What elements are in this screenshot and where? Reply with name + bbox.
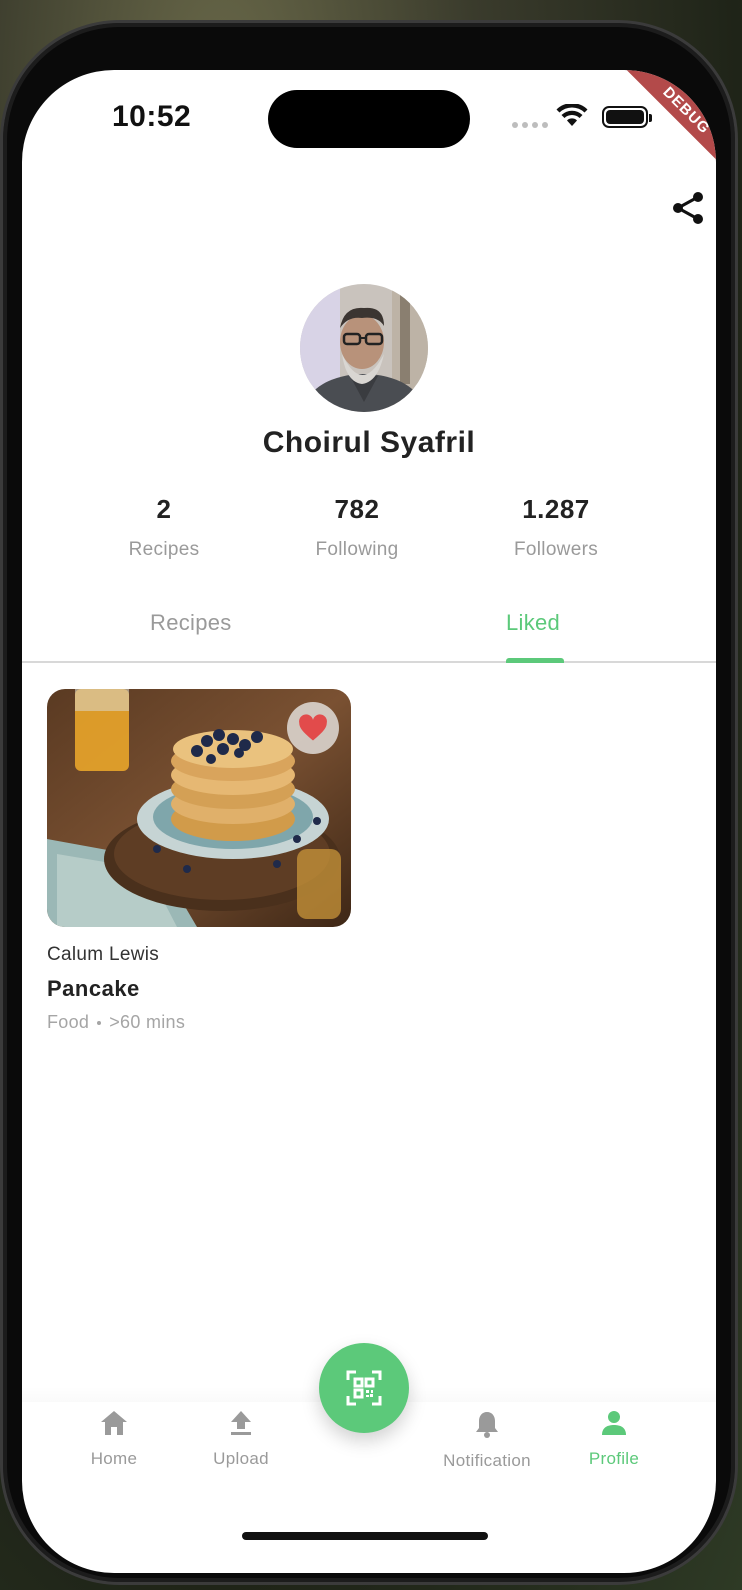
recipe-title[interactable]: Pancake <box>47 976 140 1002</box>
wifi-icon <box>556 104 588 126</box>
share-icon[interactable] <box>670 190 706 226</box>
phone-frame: 10:52 DEBUG Choirul Syafril 2 Recipes 78… <box>0 20 738 1585</box>
scan-button[interactable] <box>319 1343 409 1433</box>
favorite-button[interactable] <box>287 702 339 754</box>
profile-name: Choirul Syafril <box>262 426 476 459</box>
nav-upload-label: Upload <box>213 1449 269 1468</box>
separator-dot <box>97 1021 102 1026</box>
stat-following-label: Following <box>315 539 399 560</box>
status-time: 10:52 <box>112 100 192 133</box>
avatar[interactable] <box>300 284 428 412</box>
dynamic-island <box>268 90 470 148</box>
tab-recipes[interactable]: Recipes <box>150 610 232 636</box>
nav-home[interactable]: Home <box>54 1410 174 1469</box>
stat-recipes-value: 2 <box>156 494 172 524</box>
stat-following[interactable]: 782 Following <box>277 494 437 561</box>
battery-icon <box>602 106 652 128</box>
nav-notification[interactable]: Notification <box>427 1410 547 1471</box>
tab-divider <box>22 661 716 663</box>
qr-scan-icon <box>346 1370 382 1406</box>
stat-followers-label: Followers <box>514 539 598 560</box>
upload-icon <box>231 1411 251 1435</box>
home-indicator[interactable] <box>242 1532 488 1540</box>
recipe-author[interactable]: Calum Lewis <box>47 944 159 966</box>
recipe-category: Food <box>47 1012 90 1032</box>
stat-recipes-label: Recipes <box>128 539 200 560</box>
bell-icon <box>476 1412 498 1438</box>
nav-profile[interactable]: Profile <box>554 1410 674 1469</box>
home-icon <box>101 1411 127 1435</box>
nav-profile-label: Profile <box>588 1449 640 1468</box>
stat-followers[interactable]: 1.287 Followers <box>476 494 636 561</box>
app-screen: 10:52 DEBUG Choirul Syafril 2 Recipes 78… <box>22 70 716 1573</box>
person-icon <box>602 1411 626 1435</box>
recipe-duration: >60 mins <box>109 1012 186 1032</box>
heart-icon <box>299 714 327 741</box>
tab-liked[interactable]: Liked <box>506 610 560 636</box>
stat-recipes: 2 Recipes <box>84 494 244 561</box>
nav-home-label: Home <box>90 1449 138 1468</box>
tab-indicator <box>506 658 564 663</box>
recipe-meta: Food >60 mins <box>47 1012 185 1033</box>
nav-notification-label: Notification <box>443 1451 531 1470</box>
nav-upload[interactable]: Upload <box>181 1410 301 1469</box>
stat-followers-value: 1.287 <box>522 494 590 524</box>
stat-following-value: 782 <box>334 494 380 524</box>
cellular-signal-icon <box>512 122 548 128</box>
